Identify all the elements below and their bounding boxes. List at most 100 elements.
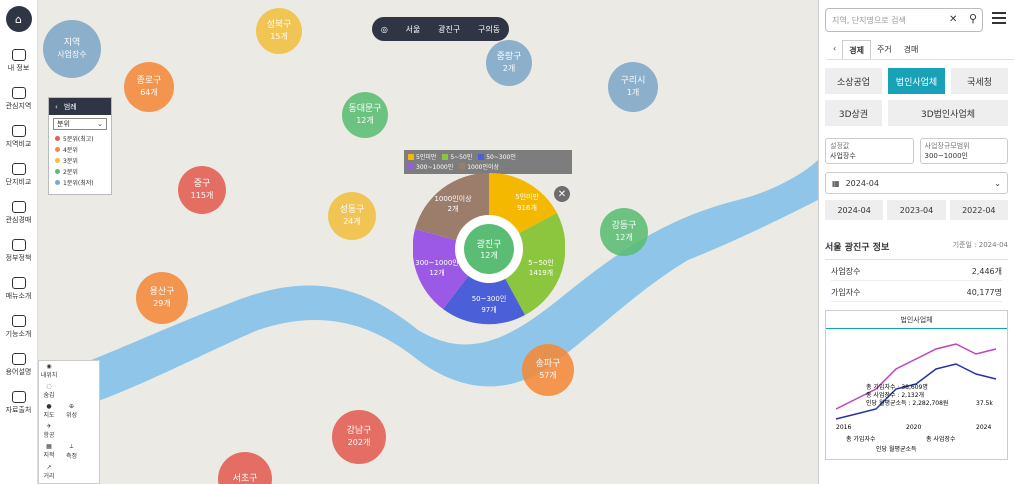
breadcrumb-city[interactable]: 서울 — [406, 24, 421, 35]
pie-legend-item: 50~300인 — [478, 152, 516, 161]
cat-national-tax[interactable]: 국세청 — [951, 68, 1008, 94]
back-chevron-icon[interactable]: ‹ — [827, 40, 842, 59]
nav-source[interactable]: 자료출처 — [0, 384, 37, 422]
nav-policy[interactable]: 정부정책 — [0, 232, 37, 270]
cat-3d-corporate[interactable]: 3D법인사업체 — [888, 100, 1008, 126]
search-doc-icon — [11, 277, 26, 289]
nav-complex-compare[interactable]: 단지비교 — [0, 156, 37, 194]
aerial-mode-button[interactable]: ✈ 항공 — [39, 421, 59, 441]
svg-text:37.5k: 37.5k — [976, 400, 993, 407]
map-mode-button[interactable]: ● 지도 — [39, 401, 59, 421]
region-bubble-songpa[interactable]: 송파구 57개 — [522, 344, 574, 396]
region-bubble-jungnang[interactable]: 중랑구 2개 — [486, 40, 532, 86]
cadastral-button[interactable]: ▦ 지적 — [39, 441, 59, 461]
month-button[interactable]: 2022-04 — [949, 200, 1008, 220]
map-canvas[interactable]: 지역 사업장수 성북구 15개 종로구 64개 동대문구 12개 중랑구 2개 구리시 1개… — [38, 0, 818, 484]
cat-small-business[interactable]: 소상공업 — [825, 68, 882, 94]
setting-select[interactable]: 설정값 사업장수 — [825, 138, 914, 164]
pin-icon — [11, 87, 26, 99]
pie-label: 97개 — [481, 305, 496, 314]
region-bubble-jongno[interactable]: 종로구 64개 — [124, 62, 174, 112]
nav-glossary[interactable]: 용어설명 — [0, 346, 37, 384]
pie-label: 1000인이상 — [434, 194, 472, 203]
legend-dot — [55, 158, 60, 163]
breadcrumb-district[interactable]: 광진구 — [438, 24, 460, 35]
month-select[interactable]: ▦ 2024-04 ⌄ — [825, 172, 1008, 194]
pie-center-count: 12개 — [480, 250, 498, 260]
category-buttons: 소상공업 법인사업체 국세청 3D상권 3D법인사업체 — [825, 68, 1008, 126]
chevron-down-icon: ⌄ — [97, 120, 103, 128]
sidebar: ⌂ 내 정보 관심지역 지역비교 단지비교 관심경매 정부정책 매뉴소개 기능소… — [0, 0, 38, 484]
breadcrumb-dong[interactable]: 구의동 — [478, 24, 500, 35]
legend-header[interactable]: ‹ 범례 — [49, 98, 111, 115]
region-bubble-dongdaemun[interactable]: 동대문구 12개 — [342, 92, 388, 138]
nav-interest-area[interactable]: 관심지역 — [0, 80, 37, 118]
pie-legend-item: 5~50인 — [442, 152, 472, 161]
user-icon — [11, 49, 26, 61]
breadcrumb: ◎ 서울 광진구 구의동 — [372, 17, 509, 41]
right-panel: 지역, 단지명으로 검색 ✕ ⚲ ‹ 경제 주거 경매 소상공업 법인사업체 국… — [818, 0, 1014, 484]
cat-3d-commercial[interactable]: 3D상권 — [825, 100, 882, 126]
tab-economy[interactable]: 경제 — [842, 40, 871, 59]
plane-icon: ✈ — [46, 423, 52, 430]
legend-dot — [55, 169, 60, 174]
satellite-mode-button[interactable]: ⊕ 위성 — [62, 401, 82, 421]
region-bubble-gangnam[interactable]: 강남구 202개 — [332, 410, 386, 464]
pie-label: 1419개 — [529, 268, 553, 277]
nav-menu-intro[interactable]: 매뉴소개 — [0, 270, 37, 308]
map-toolbar: ◉ 내위치 ◌ 숨김 ● 지도 ⊕ 위성 ✈ 항공 ▦ 지적 ⟂ 측정 ↗ 거리 — [38, 360, 100, 484]
size-range-select[interactable]: 사업장규모범위 300~1000인 — [919, 138, 1008, 164]
pie-label: 300~1000인 — [415, 258, 458, 267]
cat-corporate[interactable]: 법인사업체 — [888, 68, 945, 94]
ruler-icon: ⟂ — [69, 443, 74, 450]
region-bubble-guri[interactable]: 구리시 1개 — [608, 62, 658, 112]
close-icon[interactable]: ✕ — [554, 186, 570, 202]
chart-tab[interactable]: 법인사업체 — [826, 311, 1007, 329]
month-buttons: 2024-04 2023-04 2022-04 — [825, 200, 1008, 220]
my-location-button[interactable]: ◉ 내위치 — [39, 361, 59, 381]
trend-chart-svg: 37.5k 2016 2020 2024 총 가입자수 : 38,609명 총 … — [835, 343, 997, 453]
measure-button[interactable]: ⟂ 측정 — [62, 442, 82, 462]
eye-off-icon: ◌ — [46, 383, 52, 390]
home-logo-icon[interactable]: ⌂ — [5, 6, 32, 32]
search-icon[interactable]: ⚲ — [969, 12, 977, 25]
svg-text:2020: 2020 — [906, 424, 921, 431]
region-badge: 지역 사업장수 — [43, 20, 101, 78]
region-bubble-jung[interactable]: 중구 115개 — [178, 166, 226, 214]
globe-icon: ⊕ — [69, 403, 75, 410]
legend-panel: ‹ 범례 분위 ⌄ 5분위(최고) 4분위 3분위 2분위 1분위(최저) — [48, 97, 112, 195]
region-bubble-seongbuk[interactable]: 성북구 15개 — [256, 8, 302, 54]
pie-legend-item: 1000인이상 — [459, 162, 499, 171]
tab-auction[interactable]: 경매 — [898, 40, 925, 59]
month-button[interactable]: 2023-04 — [887, 200, 946, 220]
svg-text:2016: 2016 — [836, 424, 851, 431]
hide-button[interactable]: ◌ 숨김 — [39, 381, 59, 401]
compare-icon — [11, 125, 26, 137]
search-input[interactable]: 지역, 단지명으로 검색 — [825, 8, 983, 32]
nav-auction[interactable]: 관심경매 — [0, 194, 37, 232]
legend-select[interactable]: 분위 ⌄ — [53, 118, 107, 130]
bank-icon — [11, 239, 26, 251]
nav-region-compare[interactable]: 지역비교 — [0, 118, 37, 156]
legend-row: 4분위 — [49, 144, 111, 155]
pie-label: 50~300인 — [472, 294, 507, 303]
region-bubble-seongdong[interactable]: 성동구 24개 — [328, 192, 376, 240]
region-bubble-gangdong[interactable]: 강동구 12개 — [600, 208, 648, 256]
tab-housing[interactable]: 주거 — [871, 40, 898, 59]
svg-text:인당 월평균소득 : 2,282,708원: 인당 월평균소득 : 2,282,708원 — [866, 399, 948, 407]
nav-feature-intro[interactable]: 기능소개 — [0, 308, 37, 346]
info-icon — [11, 391, 26, 403]
info-row-subscribers: 가입자수 40,177명 — [831, 287, 1002, 302]
distance-button[interactable]: ↗ 거리 — [39, 462, 59, 482]
region-bubble-yongsan[interactable]: 용산구 29개 — [136, 272, 188, 324]
legend-row: 5분위(최고) — [49, 133, 111, 144]
district-pie-chart[interactable]: 광진구 12개 5인미만 916개 5~50인 1419개 50~300인 97… — [413, 173, 565, 325]
pie-label: 12개 — [429, 268, 444, 277]
legend-dot — [55, 136, 60, 141]
legend-row: 3분위 — [49, 155, 111, 166]
nav-my-info[interactable]: 내 정보 — [0, 42, 37, 80]
trend-chart: 법인사업체 37.5k 2016 2020 2024 총 가입자수 : 38,6… — [825, 310, 1008, 460]
menu-icon[interactable] — [992, 12, 1006, 24]
month-button[interactable]: 2024-04 — [825, 200, 884, 220]
clear-icon[interactable]: ✕ — [949, 14, 957, 25]
